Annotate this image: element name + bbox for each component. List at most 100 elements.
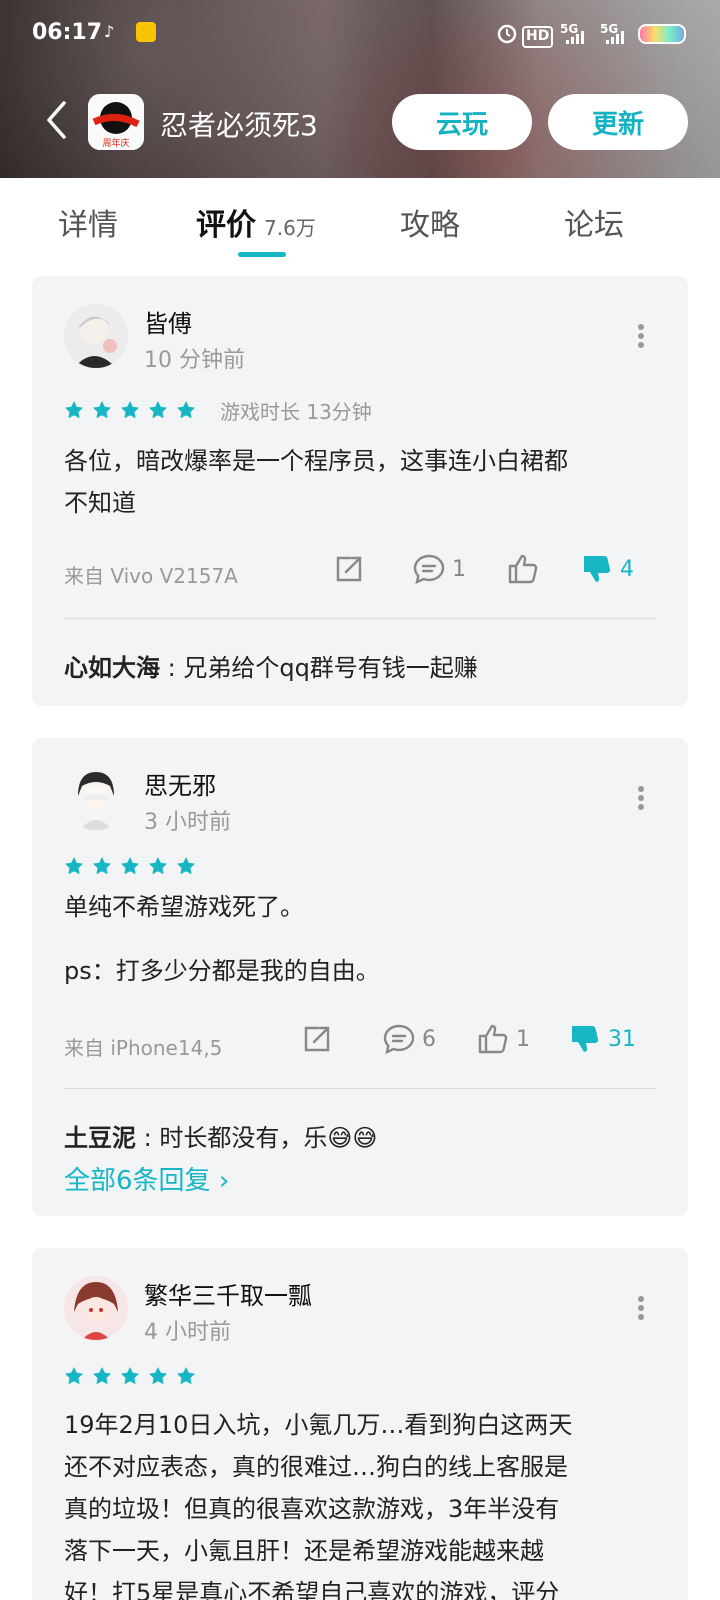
reply-preview[interactable]: 心如大海 : 兄弟给个qq群号有钱一起赚 <box>64 648 478 683</box>
playtime: 游戏时长 13分钟 <box>220 400 372 424</box>
review-text-line: 落下一天，小氪且肝！还是希望游戏能越来越 <box>64 1537 544 1565</box>
svg-text:周年庆: 周年庆 <box>102 137 129 149</box>
review-text-line: 各位，暗改爆率是一个程序员，这事连小白裙都 <box>64 447 568 475</box>
active-tab-indicator <box>238 252 286 257</box>
tab-reviews-label: 评价 <box>196 208 256 243</box>
star-icon <box>149 1367 167 1385</box>
reply-preview[interactable]: 土豆泥 : 时长都没有，乐😅😅 <box>64 1118 377 1153</box>
tab-forum[interactable]: 论坛 <box>564 200 624 244</box>
rating-stars <box>64 856 204 876</box>
star-icon <box>93 401 111 419</box>
comment-icon <box>413 554 445 585</box>
review-time: 10 分钟前 <box>144 348 245 373</box>
reply-text: 时长都没有，乐😅😅 <box>159 1124 378 1152</box>
comment-button[interactable]: 1 <box>412 552 466 586</box>
review-card: 繁华三千取一瓢 4 小时前 19年2月10日入坑，小氪几万…看到狗白这两天 还不… <box>32 1248 688 1600</box>
dislike-count: 4 <box>620 556 634 582</box>
star-icon <box>121 1367 139 1385</box>
review-text-line: 不知道 <box>64 489 136 517</box>
thumbs-down-icon <box>584 556 611 582</box>
star-icon <box>93 857 111 875</box>
review-time: 4 小时前 <box>144 1320 231 1345</box>
more-options-icon[interactable] <box>638 1296 644 1320</box>
alarm-icon <box>497 24 517 44</box>
star-icon <box>65 1367 83 1385</box>
thumbs-up-icon <box>478 1024 508 1054</box>
comment-count: 1 <box>452 556 466 582</box>
status-bar: 06:17 ♪ HD 5G 5G <box>0 0 720 68</box>
review-text-line: ps：打多少分都是我的自由。 <box>64 957 380 985</box>
like-button[interactable]: 1 <box>476 1022 530 1056</box>
avatar[interactable] <box>64 766 128 830</box>
star-icon <box>177 1367 195 1385</box>
review-text-line: 真的垃圾！但真的很喜欢这款游戏，3年半没有 <box>64 1495 560 1523</box>
review-username[interactable]: 繁华三千取一瓢 <box>144 1276 312 1311</box>
comment-count: 6 <box>422 1026 436 1052</box>
more-options-icon[interactable] <box>638 786 644 810</box>
battery-icon <box>638 24 686 44</box>
divider <box>64 618 656 619</box>
comment-button[interactable]: 6 <box>382 1022 436 1056</box>
star-icon <box>177 401 195 419</box>
tab-details[interactable]: 详情 <box>58 200 118 244</box>
star-icon <box>177 857 195 875</box>
share-icon <box>304 1026 330 1052</box>
star-icon <box>121 857 139 875</box>
share-button[interactable] <box>332 552 366 586</box>
thumbs-down-icon <box>572 1026 599 1052</box>
cloud-play-button[interactable]: 云玩 <box>392 94 532 150</box>
review-username[interactable]: 思无邪 <box>144 766 216 801</box>
star-icon <box>93 1367 111 1385</box>
device-info: 来自 Vivo V2157A <box>64 564 238 588</box>
review-text-line: 还不对应表态，真的很难过…狗白的线上客服是 <box>64 1453 568 1481</box>
star-icon <box>65 401 83 419</box>
star-icon <box>149 857 167 875</box>
share-icon <box>336 556 362 582</box>
review-text: 各位，暗改爆率是一个程序员，这事连小白裙都 不知道 <box>64 440 654 524</box>
rating-stars <box>64 400 204 420</box>
hd-icon: HD <box>522 26 554 48</box>
comment-icon <box>383 1024 415 1055</box>
device-info: 来自 iPhone14,5 <box>64 1036 223 1060</box>
avatar[interactable] <box>64 304 128 368</box>
back-icon[interactable] <box>44 100 68 140</box>
share-button[interactable] <box>300 1022 334 1056</box>
reply-username: 土豆泥 <box>64 1124 136 1152</box>
avatar[interactable] <box>64 1276 128 1340</box>
tab-guides[interactable]: 攻略 <box>400 200 460 244</box>
review-count: 7.6万 <box>264 216 316 240</box>
dislike-button[interactable]: 31 <box>568 1022 636 1056</box>
like-button[interactable] <box>506 552 546 586</box>
app-title: 忍者必须死3 <box>160 109 318 142</box>
tab-reviews[interactable]: 评价 7.6万 <box>196 200 316 244</box>
reply-text: 兄弟给个qq群号有钱一起赚 <box>183 654 478 682</box>
status-time: 06:17 <box>32 20 103 45</box>
review-text: 19年2月10日入坑，小氪几万…看到狗白这两天 还不对应表态，真的很难过…狗白的… <box>64 1404 654 1600</box>
dislike-button[interactable]: 4 <box>580 552 634 586</box>
divider <box>64 1088 656 1089</box>
star-icon <box>121 401 139 419</box>
app-notify-icon <box>136 22 156 42</box>
star-icon <box>65 857 83 875</box>
chevron-right-icon: › <box>218 1166 230 1196</box>
app-icon: 周年庆 <box>88 94 144 150</box>
review-text-line: 单纯不希望游戏死了。 <box>64 893 304 921</box>
update-button[interactable]: 更新 <box>548 94 688 150</box>
signal-bars-icon <box>566 31 584 44</box>
more-options-icon[interactable] <box>638 324 644 348</box>
review-text-line: 19年2月10日入坑，小氪几万…看到狗白这两天 <box>64 1411 573 1439</box>
star-icon <box>149 401 167 419</box>
review-text-line: 好！打5星是真心不希望自己喜欢的游戏，评分 <box>64 1579 560 1600</box>
reply-username: 心如大海 <box>64 654 160 682</box>
review-card: 思无邪 3 小时前 单纯不希望游戏死了。 ps：打多少分都是我的自由。 来自 i… <box>32 738 688 1216</box>
dislike-count: 31 <box>608 1026 636 1052</box>
tab-bar: 详情 评价 7.6万 攻略 论坛 <box>0 178 720 260</box>
review-time: 3 小时前 <box>144 810 231 835</box>
view-all-replies-label: 全部6条回复 <box>64 1166 211 1196</box>
view-all-replies-link[interactable]: 全部6条回复 › <box>64 1160 229 1197</box>
signal-bars-icon <box>606 31 624 44</box>
review-username[interactable]: 皆傅 <box>144 304 192 339</box>
like-count: 1 <box>516 1026 530 1052</box>
review-card: 皆傅 10 分钟前 游戏时长 13分钟 各位，暗改爆率是一个程序员，这事连小白裙… <box>32 276 688 706</box>
thumbs-up-icon <box>508 554 538 584</box>
